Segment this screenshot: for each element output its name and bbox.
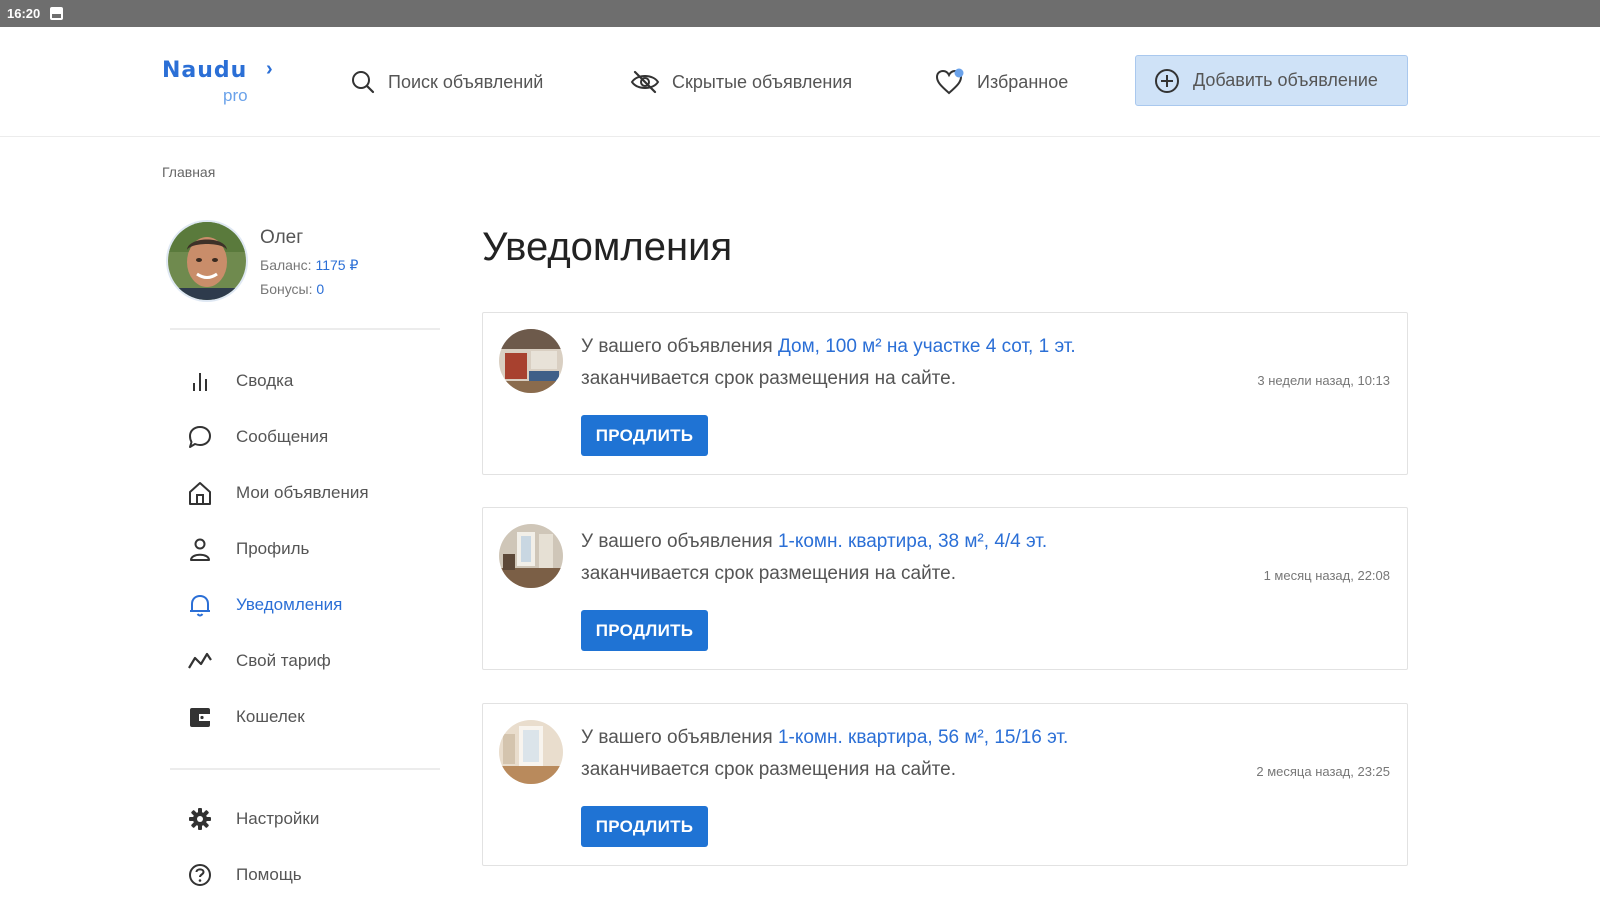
user-icon [186, 535, 214, 563]
sidebar-divider [170, 328, 440, 330]
extend-button[interactable]: ПРОДЛИТЬ [581, 806, 708, 847]
add-listing-button[interactable]: Добавить объявление [1135, 55, 1408, 106]
listing-link[interactable]: 1-комн. квартира, 38 м², 4/4 эт. [778, 531, 1047, 552]
sidebar-item-label: Кошелек [236, 707, 305, 726]
breadcrumb-home[interactable]: Главная [162, 164, 215, 180]
sidebar-item-label: Сообщения [236, 427, 329, 446]
notification-suffix: заканчивается срок размещения на сайте. [581, 759, 957, 780]
notification-text: У вашего объявления 1-комн. квартира, 56… [581, 722, 1221, 786]
eye-off-icon [630, 70, 660, 94]
logo-chevron-icon: › [266, 58, 273, 80]
notification-text: У вашего объявления 1-комн. квартира, 38… [581, 526, 1221, 590]
chat-icon [186, 423, 214, 451]
image-notification-icon [50, 7, 64, 20]
notification-prefix: У вашего объявления [581, 727, 778, 748]
notification-prefix: У вашего объявления [581, 531, 778, 552]
status-time: 16:20 [7, 6, 41, 21]
user-name: Олег [260, 227, 304, 248]
logo-sub: pro [223, 86, 248, 105]
sidebar-item-label: Помощь [236, 865, 302, 884]
avatar[interactable] [168, 222, 246, 300]
notification-suffix: заканчивается срок размещения на сайте. [581, 368, 957, 389]
notification-time: 3 недели назад, 10:13 [1257, 373, 1390, 388]
nav-favorites-link[interactable]: Избранное [935, 67, 1068, 97]
help-icon [186, 861, 214, 889]
nav-hidden-link[interactable]: Скрытые объявления [630, 67, 852, 97]
bell-icon [186, 591, 214, 619]
plus-circle-icon [1155, 68, 1179, 93]
user-card: Олег Баланс: 1175 ₽ Бонусы: 0 [168, 222, 468, 312]
notification-suffix: заканчивается срок размещения на сайте. [581, 563, 957, 584]
notification-time: 1 месяц назад, 22:08 [1263, 568, 1390, 583]
breadcrumb[interactable]: Главная [162, 164, 215, 180]
nav-favorites-label: Избранное [977, 71, 1069, 92]
sidebar-item-label: Мои объявления [236, 483, 369, 502]
notification-card: У вашего объявления 1-комн. квартира, 56… [482, 703, 1408, 866]
listing-thumbnail[interactable] [499, 329, 563, 393]
logo-word: Naudu [162, 58, 248, 83]
site-logo[interactable]: Naudu › pro [162, 58, 292, 110]
sidebar-item-settings[interactable]: Настройки [186, 804, 319, 834]
extend-button[interactable]: ПРОДЛИТЬ [581, 610, 708, 651]
user-balance: Баланс: 1175 ₽ [260, 257, 358, 274]
sidebar-item-label: Профиль [236, 539, 310, 558]
sidebar-item-tariff[interactable]: Свой тариф [186, 646, 331, 676]
search-icon [352, 71, 375, 94]
bonus-label: Бонусы: [260, 281, 313, 297]
bar-chart-icon [186, 367, 214, 395]
trend-icon [186, 647, 214, 675]
sidebar-item-notifications[interactable]: Уведомления [186, 590, 342, 620]
gear-icon [186, 805, 214, 833]
sidebar-item-label: Сводка [236, 371, 294, 390]
sidebar-item-help[interactable]: Помощь [186, 860, 302, 890]
page-title: Уведомления [482, 225, 733, 269]
sidebar-item-label: Уведомления [236, 595, 343, 614]
extend-button[interactable]: ПРОДЛИТЬ [581, 415, 708, 456]
listing-thumbnail[interactable] [499, 720, 563, 784]
notification-card: У вашего объявления Дом, 100 м² на участ… [482, 312, 1408, 475]
listing-thumbnail[interactable] [499, 524, 563, 588]
wallet-icon [186, 703, 214, 731]
add-listing-label: Добавить объявление [1193, 70, 1378, 90]
sidebar-item-label: Настройки [236, 809, 320, 828]
sidebar-item-profile[interactable]: Профиль [186, 534, 309, 564]
heart-icon [935, 68, 964, 95]
listing-link[interactable]: Дом, 100 м² на участке 4 сот, 1 эт. [778, 336, 1076, 357]
sidebar-item-my-listings[interactable]: Мои объявления [186, 478, 369, 508]
notification-text: У вашего объявления Дом, 100 м² на участ… [581, 331, 1221, 395]
notification-prefix: У вашего объявления [581, 336, 778, 357]
balance-label: Баланс: [260, 257, 312, 273]
notification-time: 2 месяца назад, 23:25 [1256, 764, 1390, 779]
sidebar-divider [170, 768, 440, 770]
top-header: Naudu › pro Поиск объявлений Скрытые объ… [0, 27, 1600, 137]
bonus-value[interactable]: 0 [316, 281, 324, 297]
user-bonus: Бонусы: 0 [260, 281, 324, 297]
balance-value[interactable]: 1175 ₽ [315, 257, 358, 273]
status-bar: 16:20 [0, 0, 1600, 27]
sidebar-item-summary[interactable]: Сводка [186, 366, 293, 396]
home-icon [186, 479, 214, 507]
nav-hidden-label: Скрытые объявления [672, 71, 853, 92]
notification-card: У вашего объявления 1-комн. квартира, 38… [482, 507, 1408, 670]
sidebar-item-label: Свой тариф [236, 651, 331, 670]
nav-search-link[interactable]: Поиск объявлений [350, 67, 543, 97]
sidebar-item-messages[interactable]: Сообщения [186, 422, 328, 452]
sidebar-item-wallet[interactable]: Кошелек [186, 702, 305, 732]
listing-link[interactable]: 1-комн. квартира, 56 м², 15/16 эт. [778, 727, 1068, 748]
nav-search-label: Поиск объявлений [388, 71, 544, 92]
